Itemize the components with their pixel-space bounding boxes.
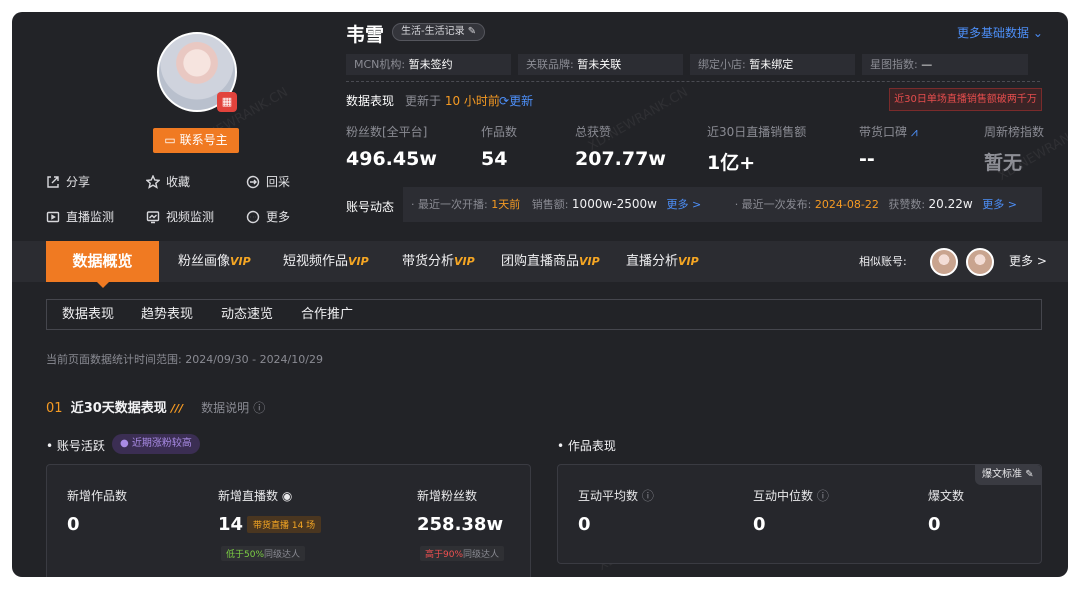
- tab-group-live-products[interactable]: 团购直播商品VIP: [501, 241, 600, 282]
- subtab-trend[interactable]: 趋势表现: [141, 299, 193, 330]
- activity-badge: ● 近期涨粉较高: [112, 434, 200, 454]
- active-tab-pointer: [97, 282, 109, 288]
- app-window: XD.NEWRANK.CN XD.NEWRANK.CN XD.NEWRANK.C…: [12, 12, 1068, 577]
- subtab-cooperation[interactable]: 合作推广: [301, 299, 353, 330]
- refresh-button[interactable]: ⟳更新: [499, 92, 533, 109]
- more-basic-data-link[interactable]: 更多基础数据 ⌄: [957, 24, 1043, 41]
- metric-value: 14: [218, 514, 244, 535]
- stripe-icon: ///: [170, 402, 183, 415]
- kpi-label: 总获赞: [575, 125, 612, 139]
- feed-more-link-2[interactable]: 更多 >: [982, 198, 1017, 211]
- help-icon[interactable]: ⓘ: [642, 489, 654, 503]
- metric-value: 0: [753, 514, 766, 535]
- share-button[interactable]: 分享: [46, 173, 90, 190]
- star-icon: [146, 174, 160, 189]
- live-monitor-button[interactable]: 直播监测: [46, 208, 114, 225]
- metric-label: 新增作品数: [67, 489, 128, 503]
- viral-standard-button[interactable]: 爆文标准 ✎: [975, 465, 1041, 485]
- activity-title: • 账号活跃: [46, 439, 105, 453]
- contact-owner-button[interactable]: ▭ 联系号主: [153, 128, 239, 153]
- more-icon: [246, 210, 260, 223]
- tab-data-overview[interactable]: 数据概览: [46, 241, 159, 282]
- qr-code-icon[interactable]: ▦: [217, 92, 237, 112]
- metric-label: 新增粉丝数: [417, 489, 478, 503]
- tab-fan-profile[interactable]: 粉丝画像VIP: [178, 241, 251, 282]
- tab-live-analysis[interactable]: 直播分析VIP: [626, 241, 699, 282]
- eye-icon[interactable]: ◉: [282, 489, 292, 503]
- video-monitor-icon: [146, 210, 160, 223]
- divider: [346, 81, 1040, 82]
- help-icon[interactable]: ⓘ: [817, 489, 829, 503]
- kpi-label: 带货口碑 ⩘: [859, 125, 918, 139]
- sales-warning-badge: 近30日单场直播销售额破两千万: [889, 88, 1042, 111]
- mcn-info: MCN机构: 暂未签约: [346, 54, 511, 75]
- edit-icon[interactable]: ✎: [468, 26, 476, 37]
- metric-value: 258.38w: [417, 514, 504, 535]
- works-title: • 作品表现: [557, 439, 616, 453]
- date-range-text: 当前页面数据统计时间范围: 2024/09/30 - 2024/10/29: [46, 353, 323, 366]
- compare-note: 低于50%同级达人: [221, 546, 306, 561]
- live-monitor-icon: [46, 211, 60, 222]
- metric-label: 互动中位数 ⓘ: [753, 489, 829, 503]
- kpi-value: 1亿+: [707, 152, 756, 174]
- help-icon[interactable]: ⓘ: [253, 401, 265, 415]
- kpi-label: 近30日直播销售额: [707, 125, 807, 139]
- refresh-icon: ⟳: [499, 94, 510, 108]
- recollect-icon: [246, 175, 260, 188]
- kpi-label: 作品数: [481, 125, 518, 139]
- kpi-value: 207.77w: [575, 148, 666, 170]
- metric-label: 互动平均数 ⓘ: [578, 489, 654, 503]
- kpi-label: 粉丝数[全平台]: [346, 125, 428, 139]
- category-tag[interactable]: 生活-生活记录 ✎: [392, 23, 486, 41]
- feed-more-link-1[interactable]: 更多 >: [666, 198, 701, 211]
- kpi-value: 496.45w: [346, 148, 437, 170]
- message-icon: ▭: [164, 133, 176, 147]
- fans-up-icon: ●: [120, 438, 129, 449]
- tab-short-video[interactable]: 短视频作品VIP: [283, 241, 369, 282]
- metric-value: 0: [928, 514, 941, 535]
- metric-value: 0: [67, 514, 80, 535]
- account-name: 韦雪: [346, 24, 385, 46]
- kpi-value: 暂无: [984, 152, 1023, 174]
- similar-accounts-label: 相似账号:: [859, 255, 907, 268]
- more-actions-button[interactable]: 更多: [246, 208, 290, 225]
- tab-sales-analysis[interactable]: 带货分析VIP: [402, 241, 475, 282]
- performance-title: 数据表现: [346, 94, 395, 108]
- kpi-value: 54: [481, 148, 508, 170]
- brand-info: 关联品牌: 暂未关联: [518, 54, 683, 75]
- watermark: XD.NEWRANK.CN: [585, 84, 691, 155]
- video-monitor-button[interactable]: 视频监测: [146, 208, 214, 225]
- kpi-value: --: [859, 148, 875, 170]
- compare-note: 高于90%同级达人: [420, 546, 505, 561]
- subtab-activity[interactable]: 动态速览: [221, 299, 273, 330]
- star-index-info: 星图指数: —: [862, 54, 1028, 75]
- similar-account-avatar[interactable]: [966, 248, 994, 276]
- shop-info: 绑定小店: 暂未绑定: [690, 54, 855, 75]
- trend-chart-icon: ⩘: [910, 125, 918, 139]
- sub-tab-bar: [46, 299, 1042, 330]
- chevron-down-circle-icon: ⌄: [1032, 26, 1043, 40]
- kpi-label: 周新榜指数: [984, 125, 1045, 139]
- works-card: [557, 464, 1042, 564]
- recollect-button[interactable]: 回采: [246, 173, 290, 190]
- similar-more-link[interactable]: 更多 >: [1009, 241, 1047, 282]
- favorite-button[interactable]: 收藏: [146, 173, 190, 190]
- metric-label: 爆文数: [928, 489, 965, 503]
- subtab-data-performance[interactable]: 数据表现: [62, 299, 114, 330]
- edit-icon: ✎: [1025, 469, 1034, 480]
- metric-value: 0: [578, 514, 591, 535]
- share-icon: [47, 175, 59, 188]
- feed-title: 账号动态: [346, 200, 395, 214]
- account-feed: · 最近一次开播: 1天前 销售额: 1000w-2500w 更多 > · 最近…: [403, 187, 1042, 222]
- live-sales-pill: 带货直播 14 场: [247, 516, 322, 533]
- metric-label: 新增直播数 ◉: [218, 489, 293, 503]
- section-header: 01 近30天数据表现 /// 数据说明 ⓘ: [46, 401, 266, 416]
- similar-account-avatar[interactable]: [930, 248, 958, 276]
- updated-info: 更新于 10 小时前: [405, 94, 500, 108]
